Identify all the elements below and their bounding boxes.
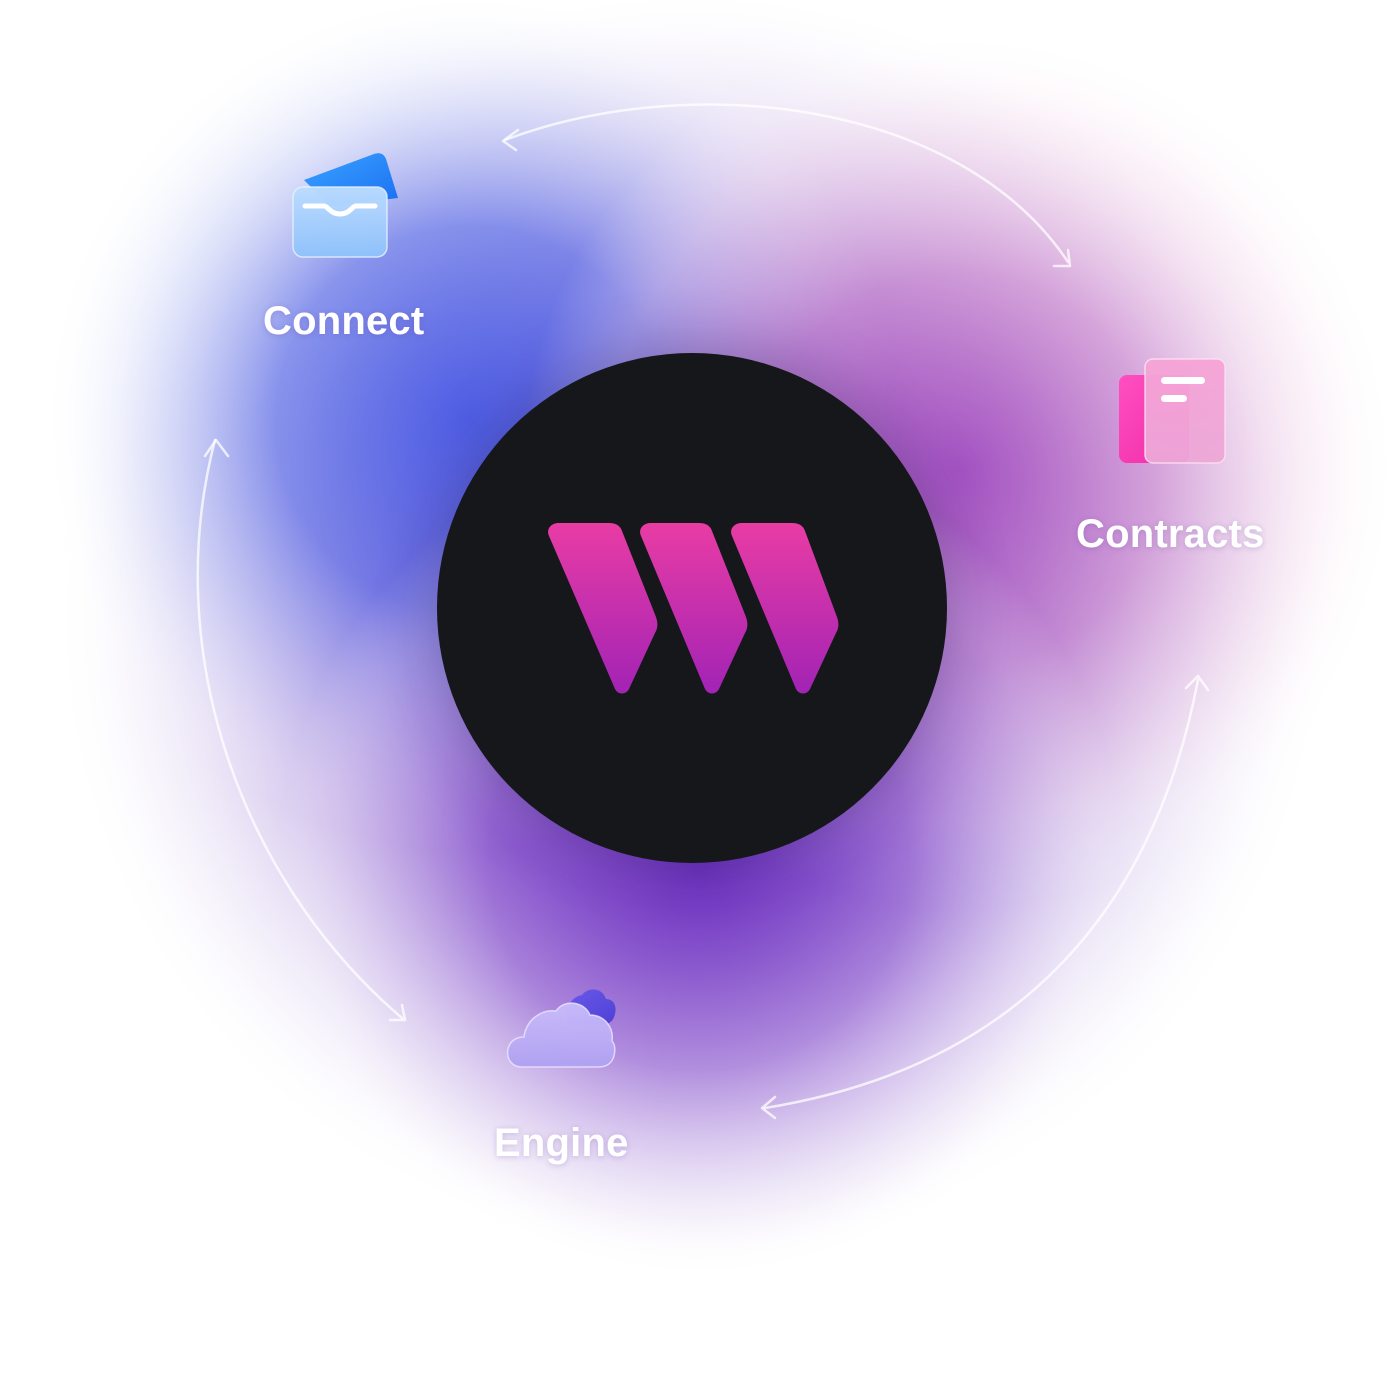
ecosystem-diagram: Connect Contracts Engine — [0, 0, 1397, 1393]
engine-node[interactable] — [506, 985, 618, 1071]
document-stack-icon — [1119, 358, 1226, 464]
hub-circle — [437, 353, 947, 863]
contracts-node[interactable] — [1117, 357, 1227, 467]
cloud-icon — [506, 989, 616, 1068]
w-logo-icon — [548, 523, 839, 694]
engine-label[interactable]: Engine — [494, 1121, 629, 1166]
contracts-label[interactable]: Contracts — [1076, 512, 1265, 557]
arrow-engine-to-connect — [196, 438, 404, 1020]
arrow-connect-to-contracts — [503, 103, 1070, 264]
arrow-connect-to-contracts-tail — [501, 128, 520, 152]
connect-node[interactable] — [290, 150, 402, 262]
wallet-card-icon — [292, 153, 398, 258]
arrow-engine-to-connect-head — [203, 438, 230, 458]
connect-label[interactable]: Connect — [263, 299, 424, 344]
